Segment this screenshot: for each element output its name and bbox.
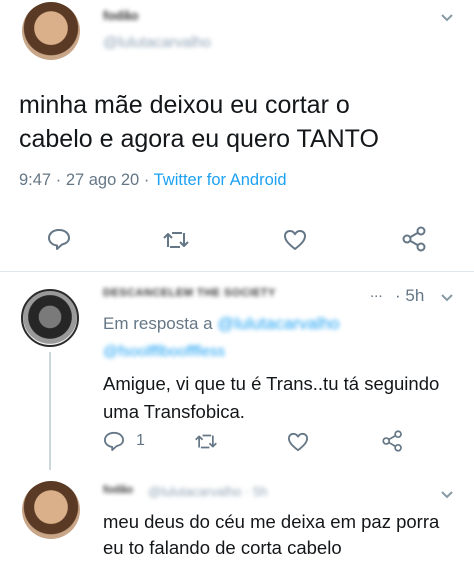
tweet-text-line: uma Transfobica.	[103, 401, 245, 422]
tweet-text-line: cabelo e agora eu quero TANTO	[19, 125, 379, 153]
reply-to-handle[interactable]: @fsoolfflboofffless	[103, 343, 225, 360]
tweet-text-line: meu deus do céu me deixa em paz porra	[103, 511, 440, 532]
reply-to-handle[interactable]: @lulutacarvalho	[217, 314, 339, 333]
display-name: DESCANCELEM THE SOCIETY	[103, 287, 276, 299]
handle: @lulutacarvalho · 5h	[148, 484, 268, 499]
reply-count: 1	[136, 432, 145, 449]
like-icon[interactable]	[283, 229, 307, 251]
thread-line	[49, 352, 51, 470]
tweet-time: 9:47	[19, 171, 52, 189]
separator: ·	[143, 171, 150, 189]
tweet-source[interactable]: Twitter for Android	[154, 171, 287, 189]
tweet-text: Amigue, vi que tu é Trans..tu tá seguind…	[103, 370, 468, 426]
tweet-date: 27 ago 20	[65, 171, 140, 189]
chevron-down-icon[interactable]	[440, 290, 454, 306]
share-icon[interactable]	[381, 430, 405, 452]
more-dots: ...	[370, 284, 383, 301]
tweet-time: · 5h	[395, 286, 425, 305]
tweet-text: meu deus do céu me deixa em paz porra eu…	[103, 509, 468, 561]
display-name: fodão	[103, 8, 139, 23]
reply-icon[interactable]	[103, 431, 125, 451]
chevron-down-icon[interactable]	[440, 10, 454, 26]
avatar[interactable]	[21, 289, 79, 347]
share-icon[interactable]	[401, 226, 429, 252]
reply-icon[interactable]	[47, 228, 71, 250]
display-name: fodão	[103, 484, 133, 496]
separator: ·	[55, 171, 62, 189]
divider	[0, 271, 474, 272]
like-icon[interactable]	[287, 432, 309, 452]
tweet-meta: 9:47 · 27 ago 20 · Twitter for Android	[19, 171, 287, 190]
tweet-text-line: Amigue, vi que tu é Trans..tu tá seguind…	[103, 373, 440, 394]
retweet-icon[interactable]	[194, 432, 218, 451]
reply-to: Em resposta a @lulutacarvalho	[103, 314, 340, 334]
tweet-text-line: eu to falando de corta cabelo	[103, 537, 342, 558]
chevron-down-icon[interactable]	[440, 487, 454, 503]
tweet-text: minha mãe deixou eu cortar o cabelo e ag…	[19, 88, 459, 156]
avatar[interactable]	[22, 481, 80, 539]
handle: @lulutacarvalho	[103, 34, 211, 51]
tweet-text-line: minha mãe deixou eu cortar o	[19, 91, 350, 119]
avatar[interactable]	[22, 2, 80, 60]
retweet-icon[interactable]	[162, 229, 190, 251]
reply-to-label: Em resposta a	[103, 314, 213, 333]
